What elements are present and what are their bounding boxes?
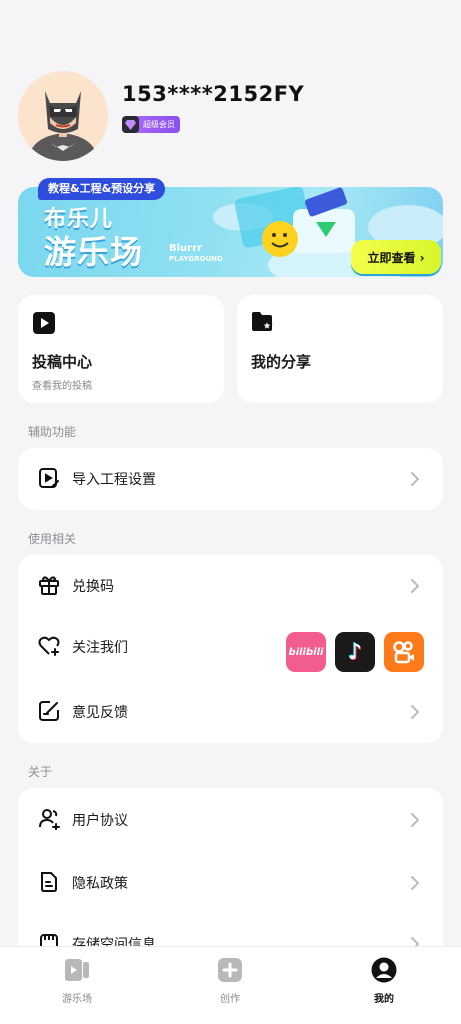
vip-label: 超级会员 (143, 120, 175, 130)
import-settings-row[interactable]: 导入工程设置 (18, 454, 443, 504)
row-label: 意见反馈 (72, 705, 128, 721)
feedback-row[interactable]: 意见反馈 (18, 687, 443, 737)
section-title-about: 关于 (28, 765, 53, 779)
chevron-right-icon (411, 704, 420, 723)
tile-subtitle: 查看我的投稿 (32, 381, 92, 392)
chevron-right-icon (411, 471, 420, 490)
nav-label: 我的 (374, 994, 394, 1005)
follow-us-row: 关注我们 bilibili ♪ (18, 622, 443, 672)
playground-icon (63, 959, 91, 987)
nav-create[interactable]: 创作 (190, 957, 270, 1005)
nav-playground[interactable]: 游乐场 (37, 957, 117, 1005)
aux-card: 导入工程设置 (18, 448, 443, 510)
profile-icon (371, 957, 397, 987)
nav-label: 创作 (220, 994, 240, 1005)
section-title-usage: 使用相关 (28, 532, 77, 546)
section-title-aux: 辅助功能 (28, 425, 77, 439)
play-box-icon (32, 311, 56, 339)
vip-badge[interactable]: 超级会员 (122, 116, 180, 134)
chevron-right-icon (411, 812, 420, 831)
privacy-policy-row[interactable]: 隐私政策 (18, 858, 443, 908)
bottom-nav: 游乐场 创作 我的 (0, 946, 461, 1024)
avatar[interactable] (18, 71, 108, 161)
heart-icon (38, 635, 62, 661)
row-label: 隐私政策 (72, 876, 128, 892)
chevron-right-icon (411, 578, 420, 597)
diamond-icon (122, 116, 139, 134)
row-label: 用户协议 (72, 813, 128, 829)
redeem-code-row[interactable]: 兑换码 (18, 561, 443, 611)
row-label: 兑换码 (72, 579, 114, 595)
chevron-right-icon (411, 875, 420, 894)
username: 153****2152FY (122, 82, 305, 107)
tile-title: 投稿中心 (32, 353, 93, 371)
tiktok-icon[interactable]: ♪ (335, 632, 375, 672)
banner-title-line2: 游乐场 (44, 233, 144, 271)
banner-brand-sub: PLAYGROUND (169, 255, 223, 263)
view-now-button[interactable]: 立即查看 › (351, 240, 441, 274)
feedback-icon (38, 700, 60, 726)
create-icon (217, 958, 243, 987)
playground-banner[interactable]: 布乐儿 游乐场 Blurrr PLAYGROUND 立即查看 › (18, 187, 443, 277)
profile-page: 153****2152FY 超级会员 教程&工程&预设分享 布乐儿 游乐场 Bl (0, 0, 461, 1024)
profile-header: 153****2152FY 超级会员 (18, 71, 304, 161)
bilibili-icon[interactable]: bilibili (286, 632, 326, 672)
nav-profile[interactable]: 我的 (344, 957, 424, 1005)
batman-avatar-icon (18, 71, 108, 161)
banner-brand: Blurrr (169, 243, 202, 254)
usage-card: 兑换码 关注我们 bilibili ♪ 意见反馈 (18, 555, 443, 743)
import-icon (38, 467, 60, 493)
document-icon (38, 871, 60, 897)
submission-center-tile[interactable]: 投稿中心 查看我的投稿 (18, 295, 224, 403)
nav-label: 游乐场 (62, 994, 92, 1005)
user-agreement-row[interactable]: 用户协议 (18, 795, 443, 845)
row-label: 导入工程设置 (72, 472, 156, 488)
kuaishou-icon[interactable] (384, 632, 424, 672)
row-label: 关注我们 (72, 640, 128, 656)
my-shares-tile[interactable]: 我的分享 (237, 295, 443, 403)
folder-star-icon (251, 311, 275, 337)
banner-tag: 教程&工程&预设分享 (38, 178, 166, 200)
users-icon (38, 808, 62, 834)
tile-title: 我的分享 (251, 353, 312, 371)
gift-icon (38, 574, 60, 600)
